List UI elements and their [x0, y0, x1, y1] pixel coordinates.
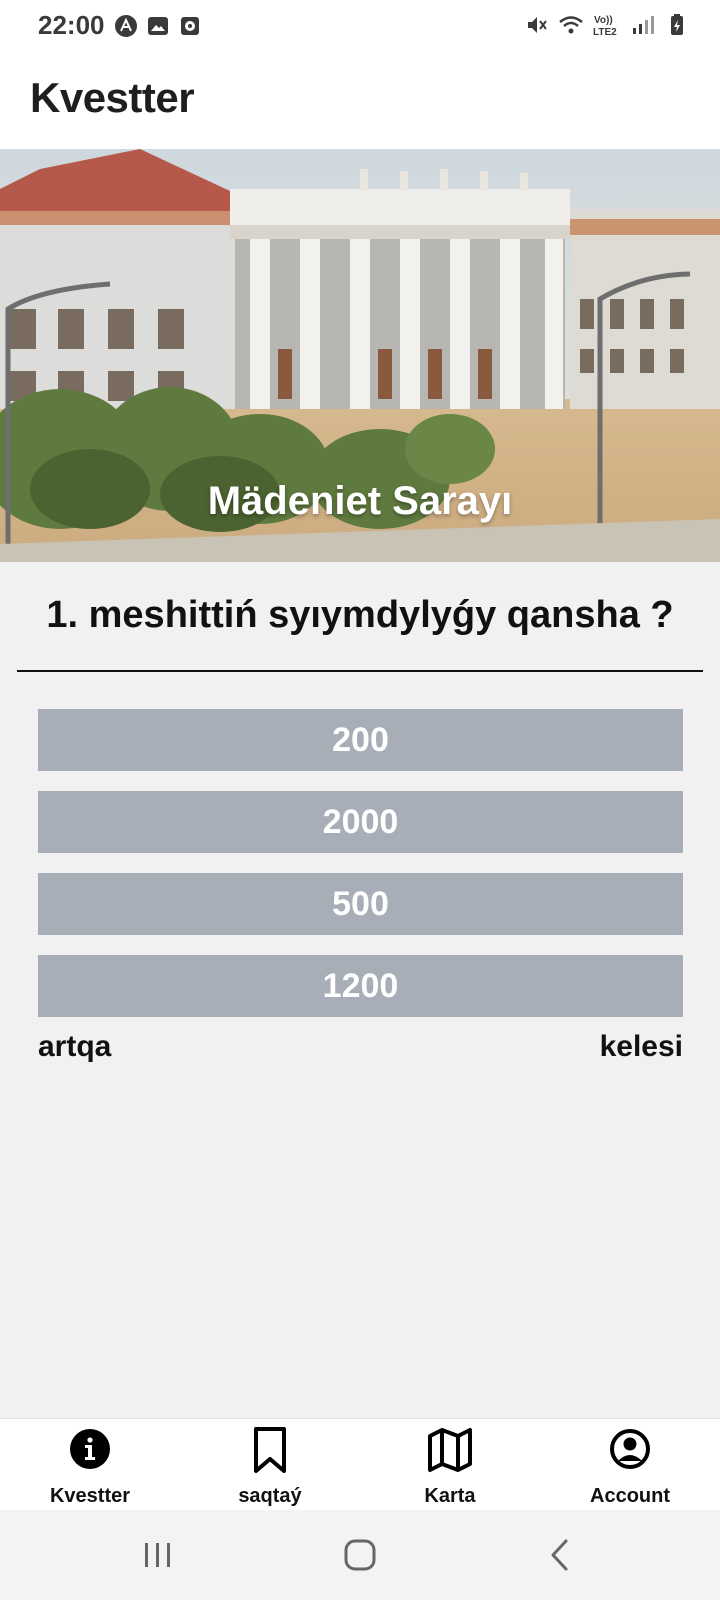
tab-karta[interactable]: Karta — [360, 1419, 540, 1510]
svg-text:Vo)): Vo)) — [594, 15, 613, 26]
tab-account[interactable]: Account — [540, 1419, 720, 1510]
svg-text:LTE2: LTE2 — [593, 27, 617, 38]
tab-label: saqtaý — [238, 1485, 302, 1507]
question-divider — [17, 670, 703, 672]
tab-kvestter[interactable]: Kvestter — [0, 1419, 180, 1510]
answer-button[interactable]: 200 — [38, 709, 683, 771]
recents-icon[interactable] — [133, 1530, 183, 1580]
page-title: Kvestter — [30, 74, 195, 121]
mute-icon — [528, 17, 547, 33]
account-icon — [610, 1429, 650, 1469]
back-link[interactable]: artqa — [38, 1030, 111, 1064]
signal-icon — [633, 16, 654, 34]
image-icon — [148, 17, 168, 35]
system-navigation — [0, 1510, 720, 1600]
app-icon — [115, 15, 137, 37]
answer-list: 200 2000 500 1200 — [38, 709, 683, 1037]
volte-icon: Vo))LTE2 — [593, 15, 617, 38]
battery-icon — [671, 14, 683, 35]
question-text: 1. meshittiń syıymdylyǵy qansha ? — [46, 594, 674, 636]
bottom-navigation: Kvestter saqtaý Karta Account — [0, 1418, 720, 1510]
wifi-icon — [559, 16, 583, 34]
status-right-icons: Vo)) LTE2 — [524, 12, 690, 38]
tab-label: Karta — [424, 1485, 476, 1507]
answer-button[interactable]: 2000 — [38, 791, 683, 853]
tab-saqtay[interactable]: saqtaý — [180, 1419, 360, 1510]
hero-caption: Mädeniet Sarayı — [207, 479, 513, 523]
bookmark-icon — [254, 1427, 286, 1473]
answer-button[interactable]: 500 — [38, 873, 683, 935]
map-icon — [428, 1428, 472, 1472]
status-bar: 22:00 Vo)) LTE2 — [0, 0, 720, 52]
back-icon[interactable] — [536, 1530, 586, 1580]
media-icon — [181, 17, 199, 35]
hero-image: Mädeniet Sarayı — [0, 149, 720, 562]
next-link[interactable]: kelesi — [600, 1030, 683, 1064]
home-icon[interactable] — [335, 1530, 385, 1580]
tab-label: Kvestter — [49, 1485, 131, 1507]
status-left-icons — [114, 14, 202, 38]
answer-button[interactable]: 1200 — [38, 955, 683, 1017]
info-icon — [70, 1429, 110, 1469]
tab-label: Account — [590, 1485, 670, 1507]
status-time: 22:00 — [38, 10, 105, 40]
app-bar: Kvestter — [0, 52, 720, 149]
